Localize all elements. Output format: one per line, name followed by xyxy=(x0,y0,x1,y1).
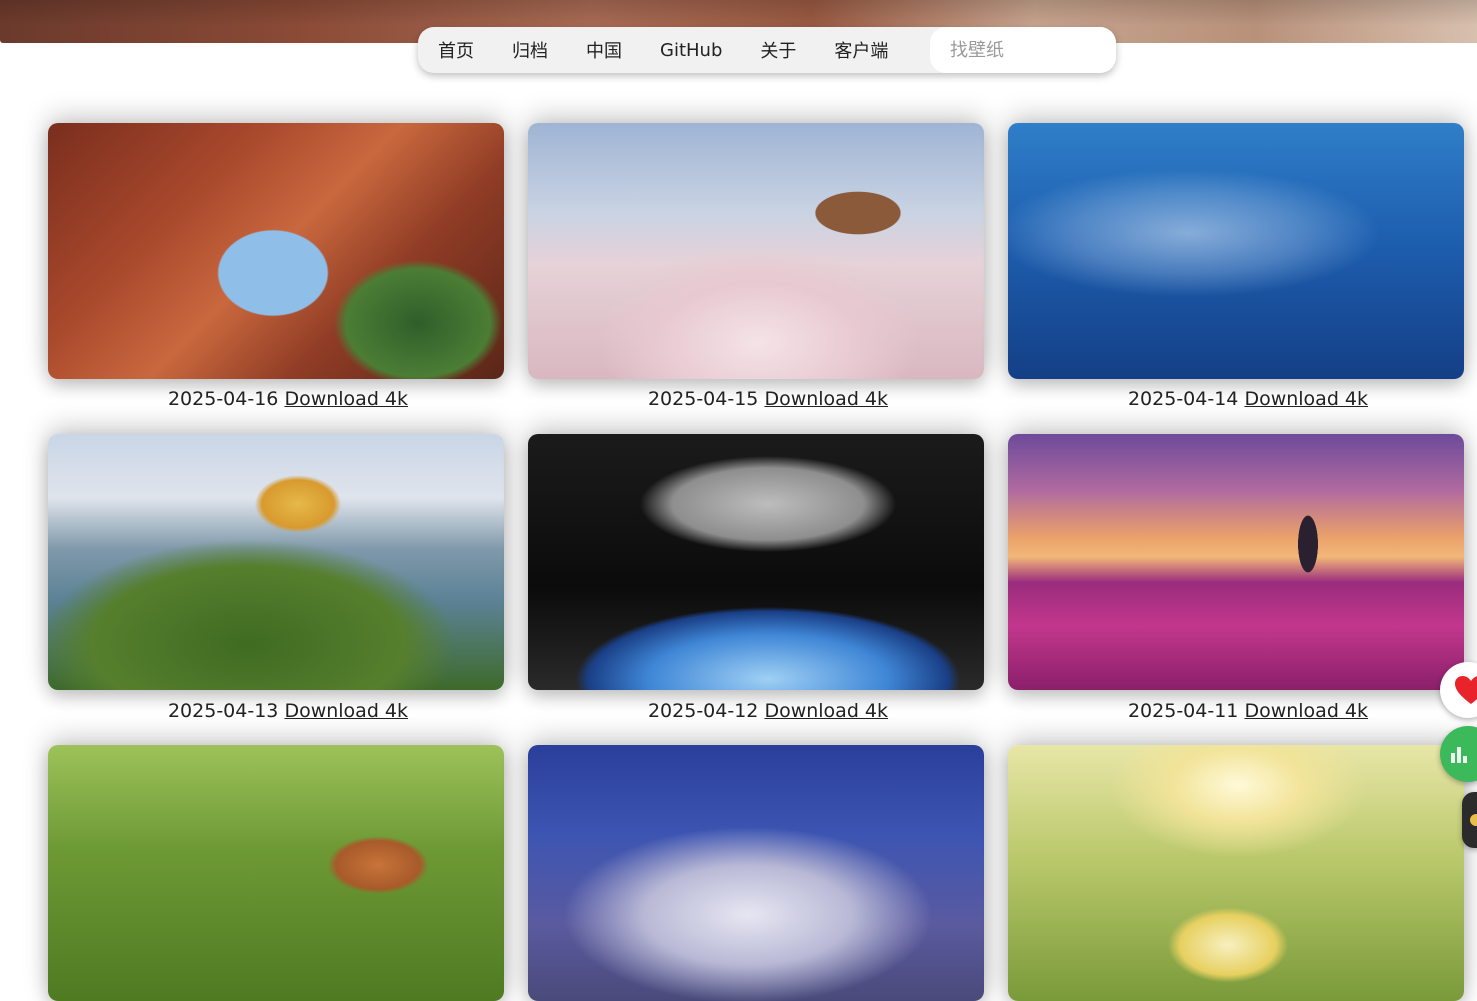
heart-icon xyxy=(1455,676,1477,704)
wallpaper-date: 2025-04-14 xyxy=(1127,388,1239,410)
wallpaper-thumbnail[interactable] xyxy=(1008,434,1464,690)
wallpaper-card xyxy=(1008,123,1464,379)
wallpaper-thumbnail[interactable] xyxy=(528,123,984,379)
wallpaper-card xyxy=(48,745,504,1001)
wallpaper-card xyxy=(528,745,984,1001)
download-4k-link[interactable]: Download 4k xyxy=(1244,388,1368,410)
wallpaper-caption: 2025-04-15 Download 4k xyxy=(528,388,1008,410)
wallpaper-card xyxy=(528,434,984,690)
wallpaper-date: 2025-04-11 xyxy=(1127,700,1239,722)
download-4k-link[interactable]: Download 4k xyxy=(764,700,888,722)
wallpaper-thumbnail[interactable] xyxy=(1008,745,1464,1001)
wallpaper-card xyxy=(48,123,504,379)
wallpaper-thumbnail[interactable] xyxy=(48,745,504,1001)
nav-home[interactable]: 首页 xyxy=(438,37,474,63)
top-navigation: 首页 归档 中国 GitHub 关于 客户端 xyxy=(418,27,1116,73)
nav-client[interactable]: 客户端 xyxy=(834,37,888,63)
wallpaper-caption: 2025-04-14 Download 4k xyxy=(1008,388,1477,410)
nav-about[interactable]: 关于 xyxy=(760,37,796,63)
side-tool-button[interactable] xyxy=(1462,792,1477,848)
search-input[interactable] xyxy=(930,27,1116,73)
nav-github[interactable]: GitHub xyxy=(660,40,722,61)
wallpaper-card xyxy=(528,123,984,379)
wallpaper-thumbnail[interactable] xyxy=(48,123,504,379)
wallpaper-date: 2025-04-13 xyxy=(167,700,279,722)
wallpaper-thumbnail[interactable] xyxy=(48,434,504,690)
wallpaper-date: 2025-04-15 xyxy=(647,388,759,410)
download-4k-link[interactable]: Download 4k xyxy=(284,388,408,410)
download-4k-link[interactable]: Download 4k xyxy=(1244,700,1368,722)
wallpaper-caption: 2025-04-16 Download 4k xyxy=(48,388,528,410)
wallpaper-date: 2025-04-16 xyxy=(167,388,279,410)
wallpaper-thumbnail[interactable] xyxy=(528,434,984,690)
wallpaper-caption: 2025-04-12 Download 4k xyxy=(528,700,1008,722)
wallpaper-card xyxy=(1008,434,1464,690)
wallpaper-thumbnail[interactable] xyxy=(528,745,984,1001)
wallpaper-caption: 2025-04-13 Download 4k xyxy=(48,700,528,722)
wallpaper-caption: 2025-04-11 Download 4k xyxy=(1008,700,1477,722)
download-4k-link[interactable]: Download 4k xyxy=(284,700,408,722)
wallpaper-thumbnail[interactable] xyxy=(1008,123,1464,379)
nav-archive[interactable]: 归档 xyxy=(512,37,548,63)
download-4k-link[interactable]: Download 4k xyxy=(764,388,888,410)
nav-china[interactable]: 中国 xyxy=(586,37,622,63)
wallpaper-date: 2025-04-12 xyxy=(647,700,759,722)
wallpaper-card xyxy=(1008,745,1464,1001)
bar-chart-icon xyxy=(1451,747,1467,763)
wallpaper-card xyxy=(48,434,504,690)
circle-icon xyxy=(1470,814,1477,826)
